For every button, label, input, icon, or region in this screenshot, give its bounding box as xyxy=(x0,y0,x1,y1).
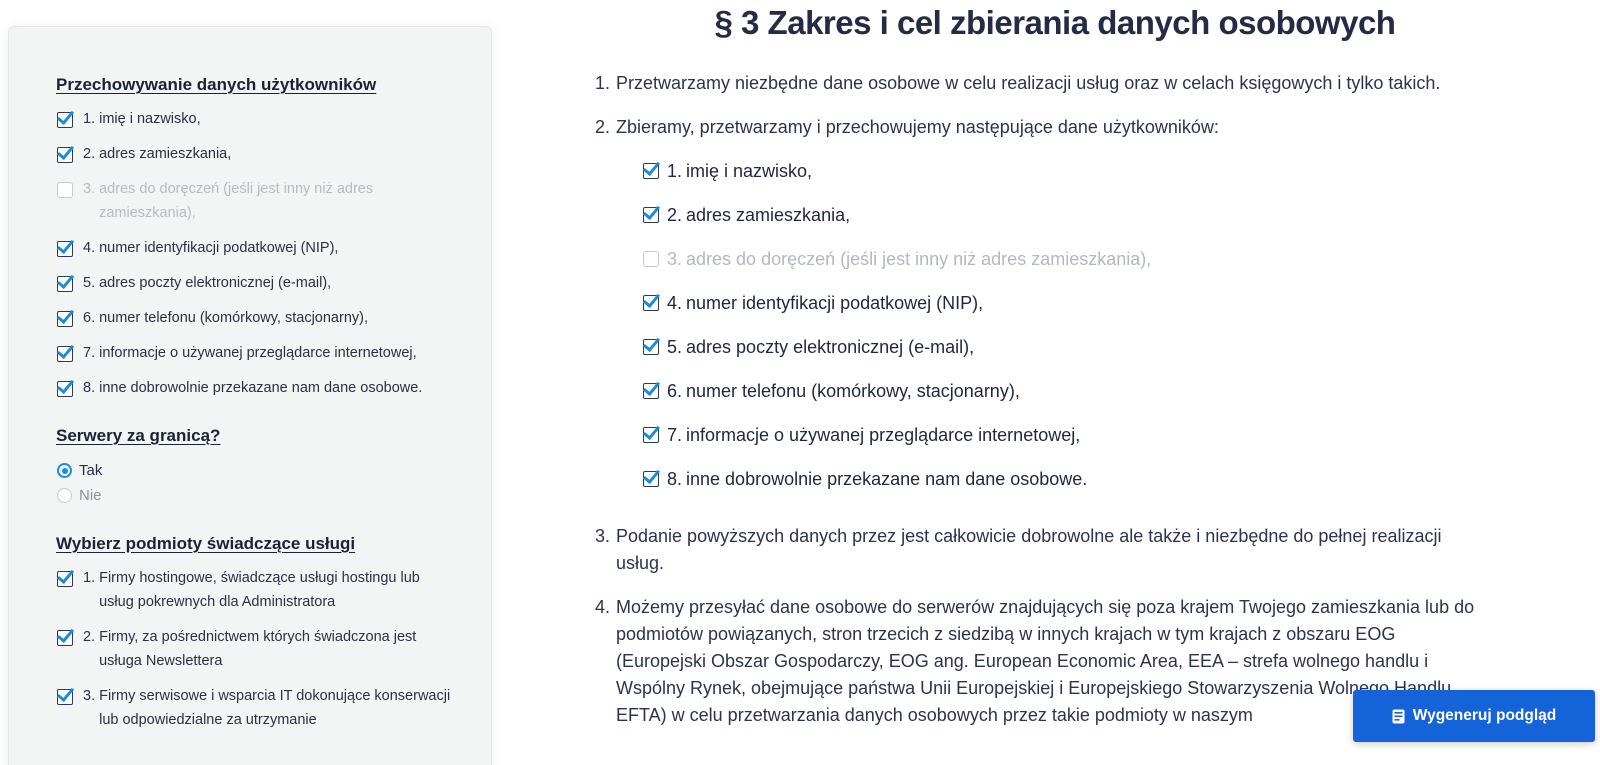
paragraph-4: 4. Możemy przesyłać dane osobowe do serw… xyxy=(595,594,1475,729)
checkbox-checked[interactable] xyxy=(57,112,73,128)
option-label: informacje o używanej przeglądarce inter… xyxy=(99,345,417,361)
paragraph-text: Podanie powyższych danych przez jest cał… xyxy=(616,526,1442,573)
storage-option-6[interactable]: 6. numer telefonu (komórkowy, stacjonarn… xyxy=(56,306,456,330)
check-icon xyxy=(643,471,659,487)
check-icon xyxy=(643,427,659,443)
provider-option-3[interactable]: 3. Firmy serwisowe i wsparcia IT dokonuj… xyxy=(56,684,456,732)
checkbox-checked[interactable] xyxy=(57,311,73,327)
radio-label: Nie xyxy=(79,487,102,504)
page-title: § 3 Zakres i cel zbierania danych osobow… xyxy=(714,4,1396,41)
radio-option-tak[interactable]: Tak xyxy=(56,458,491,483)
option-label: imię i nazwisko, xyxy=(99,111,201,127)
data-item-4: 4. numer identyfikacji podatkowej (NIP), xyxy=(616,281,1475,325)
check-icon xyxy=(643,295,659,311)
section-heading-storage: Przechowywanie danych użytkowników xyxy=(56,75,377,94)
service-providers-section: Wybierz podmioty świadczące usługi 1. Fi… xyxy=(56,534,491,732)
checkbox-checked[interactable] xyxy=(57,241,73,257)
storage-options-list: 1. imię i nazwisko, 2. adres zamieszkani… xyxy=(56,107,456,400)
data-item-8: 8. inne dobrowolnie przekazane nam dane … xyxy=(616,457,1475,501)
document-preview: § 3 Zakres i cel zbierania danych osobow… xyxy=(595,0,1475,765)
storage-option-5[interactable]: 5. adres poczty elektronicznej (e-mail), xyxy=(56,271,456,295)
checkbox-checked[interactable] xyxy=(57,147,73,163)
check-icon xyxy=(643,383,659,399)
data-item-3: 3. adres do doręczeń (jeśli jest inny ni… xyxy=(616,237,1475,281)
storage-option-3[interactable]: 3. adres do doręczeń (jeśli jest inny ni… xyxy=(56,177,456,225)
paragraph-text: Możemy przesyłać dane osobowe do serweró… xyxy=(616,597,1475,725)
checkbox-checked[interactable] xyxy=(57,630,73,646)
unchecked-box-icon xyxy=(643,251,659,267)
servers-abroad-section: Serwery za granicą? Tak Nie xyxy=(56,426,491,508)
option-label: adres poczty elektronicznej (e-mail), xyxy=(99,275,332,291)
option-label: inne dobrowolnie przekazane nam dane oso… xyxy=(99,380,423,396)
providers-list: 1. Firmy hostingowe, świadczące usługi h… xyxy=(56,566,456,732)
check-icon xyxy=(643,163,659,179)
provider-option-1[interactable]: 1. Firmy hostingowe, świadczące usługi h… xyxy=(56,566,456,614)
checkbox-unchecked[interactable] xyxy=(57,182,73,198)
provider-option-2[interactable]: 2. Firmy, za pośrednictwem których świad… xyxy=(56,625,456,673)
paragraph-2: 2. Zbieramy, przetwarzamy i przechowujem… xyxy=(595,114,1475,501)
paragraph-1: 1. Przetwarzamy niezbędne dane osobowe w… xyxy=(595,70,1475,97)
check-icon xyxy=(643,339,659,355)
option-label: adres zamieszkania, xyxy=(99,146,232,162)
data-item-1: 1. imię i nazwisko, xyxy=(616,149,1475,193)
paragraph-text: Przetwarzamy niezbędne dane osobowe w ce… xyxy=(616,73,1441,93)
checkbox-checked[interactable] xyxy=(57,689,73,705)
data-item-2: 2. adres zamieszkania, xyxy=(616,193,1475,237)
checkbox-checked[interactable] xyxy=(57,276,73,292)
radio-selected[interactable] xyxy=(57,463,72,478)
option-label: adres do doręczeń (jeśli jest inny niż a… xyxy=(99,181,374,221)
radio-unselected[interactable] xyxy=(57,488,72,503)
paragraph-list: 1. Przetwarzamy niezbędne dane osobowe w… xyxy=(595,70,1475,746)
settings-sidebar: Przechowywanie danych użytkowników 1. im… xyxy=(8,26,492,765)
option-label: numer identyfikacji podatkowej (NIP), xyxy=(99,240,339,256)
checkbox-checked[interactable] xyxy=(57,346,73,362)
checkbox-checked[interactable] xyxy=(57,381,73,397)
collected-data-list: 1. imię i nazwisko, 2. adres zamieszkani… xyxy=(616,149,1475,501)
paragraph-text: Zbieramy, przetwarzamy i przechowujemy n… xyxy=(616,117,1219,137)
data-item-7: 7. informacje o używanej przeglądarce in… xyxy=(616,413,1475,457)
storage-option-4[interactable]: 4. numer identyfikacji podatkowej (NIP), xyxy=(56,236,456,260)
option-label: Firmy hostingowe, świadczące usługi host… xyxy=(99,570,420,610)
storage-option-2[interactable]: 2. adres zamieszkania, xyxy=(56,142,456,166)
data-item-5: 5. adres poczty elektronicznej (e-mail), xyxy=(616,325,1475,369)
option-label: Firmy, za pośrednictwem których świadczo… xyxy=(99,629,417,669)
radio-label: Tak xyxy=(79,462,103,479)
document-icon xyxy=(1392,709,1405,723)
option-label: Firmy serwisowe i wsparcia IT dokonujące… xyxy=(99,688,451,728)
radio-option-nie[interactable]: Nie xyxy=(56,483,491,508)
check-icon xyxy=(643,207,659,223)
section-heading-providers: Wybierz podmioty świadczące usługi xyxy=(56,534,356,553)
storage-option-7[interactable]: 7. informacje o używanej przeglądarce in… xyxy=(56,341,456,365)
paragraph-3: 3. Podanie powyższych danych przez jest … xyxy=(595,523,1475,577)
section-heading-servers: Serwery za granicą? xyxy=(56,426,221,445)
data-item-6: 6. numer telefonu (komórkowy, stacjonarn… xyxy=(616,369,1475,413)
storage-option-8[interactable]: 8. inne dobrowolnie przekazane nam dane … xyxy=(56,376,456,400)
paragraph-body: Zbieramy, przetwarzamy i przechowujemy n… xyxy=(616,114,1475,501)
storage-option-1[interactable]: 1. imię i nazwisko, xyxy=(56,107,456,131)
button-label: Wygeneruj podgląd xyxy=(1412,707,1557,724)
checkbox-checked[interactable] xyxy=(57,571,73,587)
option-label: numer telefonu (komórkowy, stacjonarny), xyxy=(99,310,368,326)
generate-preview-button[interactable]: Wygeneruj podgląd xyxy=(1353,690,1595,742)
